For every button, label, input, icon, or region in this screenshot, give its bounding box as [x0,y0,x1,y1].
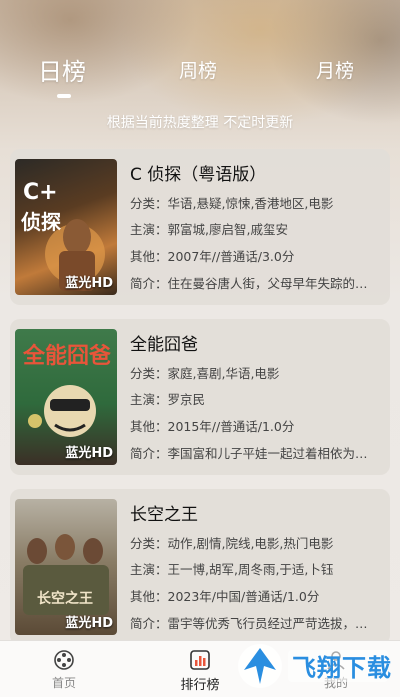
movie-cast: 主演：罗京民 [130,392,206,407]
svg-text:全能囧爸: 全能囧爸 [22,343,111,369]
svg-text:C+: C+ [23,180,58,205]
movie-title: 全能囧爸 [130,335,198,355]
svg-text:侦探: 侦探 [21,210,61,234]
movie-title: C 侦探（粤语版） [130,165,267,185]
quality-badge: 蓝光HD [65,616,113,631]
movie-other: 其他：2007年//普通话/3.0分 [130,249,295,264]
movie-category: 分类：家庭,喜剧,华语,电影 [130,366,280,381]
active-tab-indicator [57,94,71,98]
movie-card[interactable]: 长空之王 蓝光HD 长空之王 分类：动作,剧情,院线,电影,热门电影 主演：王一… [10,489,390,645]
movie-intro: 简介：李国富和儿子平娃一起过着相依为… [130,446,368,461]
tab-daily[interactable]: 日榜 [38,52,86,87]
quality-badge: 蓝光HD [65,446,113,461]
watermark-text: 飞翔下载 [292,654,392,682]
movie-category: 分类：动作,剧情,院线,电影,热门电影 [130,536,334,551]
movie-other: 其他：2015年//普通话/1.0分 [130,419,295,434]
movie-title: 长空之王 [130,505,198,525]
movie-category: 分类：华语,悬疑,惊悚,香港地区,电影 [130,196,334,211]
movie-poster[interactable]: 全能囧爸 蓝光HD [15,329,117,465]
tab-weekly[interactable]: 周榜 [179,56,217,83]
chart-icon [190,650,210,670]
quality-badge: 蓝光HD [65,276,113,291]
rank-tabs: 日榜 周榜 月榜 [0,56,400,96]
site-watermark: 飞翔下载 [234,640,394,692]
movie-cast: 主演：郭富城,廖启智,戚玺安 [130,222,288,237]
movie-intro: 简介：雷宇等优秀飞行员经过严苛选拔，… [130,616,368,631]
ranking-subtitle: 根据当前热度整理 不定时更新 [106,115,294,131]
movie-other: 其他：2023年/中国/普通话/1.0分 [130,589,320,604]
nav-ranking-label: 排行榜 [180,678,220,693]
movie-card[interactable]: C+ 侦探 蓝光HD C 侦探（粤语版） 分类：华语,悬疑,惊悚,香港地区,电影… [10,149,390,305]
movie-cast: 主演：王一博,胡军,周冬雨,于适,卜钰 [130,562,334,577]
nav-home-label: 首页 [51,676,76,690]
movie-intro: 简介：住在曼谷唐人街，父母早年失踪的… [130,276,368,291]
film-reel-icon [54,650,74,670]
movie-card[interactable]: 全能囧爸 蓝光HD 全能囧爸 分类：家庭,喜剧,华语,电影 主演：罗京民 其他：… [10,319,390,475]
nav-ranking[interactable]: 排行榜 [160,649,240,693]
svg-text:长空之王: 长空之王 [37,590,93,607]
movie-poster[interactable]: C+ 侦探 蓝光HD [15,159,117,295]
nav-home[interactable]: 首页 [24,649,104,691]
movie-poster[interactable]: 长空之王 蓝光HD [15,499,117,635]
tab-monthly[interactable]: 月榜 [316,56,354,83]
